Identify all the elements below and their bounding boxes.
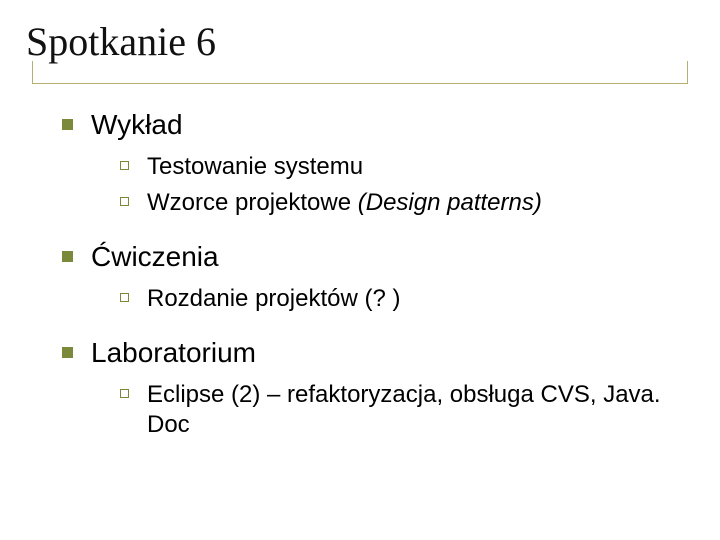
section-items: Rozdanie projektów (? ) <box>62 284 696 314</box>
list-item: Wzorce projektowe (Design patterns) <box>120 188 696 218</box>
hollow-square-bullet-icon <box>120 197 129 206</box>
list-item-label: Eclipse (2) – refaktoryzacja, obsługa CV… <box>147 380 687 440</box>
list-item: Rozdanie projektów (? ) <box>120 284 696 314</box>
section-heading: Laboratorium <box>62 336 696 370</box>
section-heading-label: Laboratorium <box>91 336 256 370</box>
section-heading-label: Wykład <box>91 108 183 142</box>
list-item-text: Wzorce projektowe <box>147 189 358 216</box>
square-bullet-icon <box>62 119 73 130</box>
list-item-label: Testowanie systemu <box>147 152 363 182</box>
section-heading: Ćwiczenia <box>62 240 696 274</box>
list-item-label: Wzorce projektowe (Design patterns) <box>147 188 542 218</box>
list-item-italic: (Design patterns) <box>358 189 542 216</box>
section-heading-label: Ćwiczenia <box>91 240 219 274</box>
slide-content: Wykład Testowanie systemu Wzorce projekt… <box>24 102 696 440</box>
slide: Spotkanie 6 Wykład Testowanie systemu Wz… <box>0 0 720 540</box>
section-heading: Wykład <box>62 108 696 142</box>
slide-title: Spotkanie 6 <box>26 18 696 65</box>
section-items: Eclipse (2) – refaktoryzacja, obsługa CV… <box>62 380 696 440</box>
hollow-square-bullet-icon <box>120 389 129 398</box>
list-item-label: Rozdanie projektów (? ) <box>147 284 400 314</box>
section-items: Testowanie systemu Wzorce projektowe (De… <box>62 152 696 218</box>
list-item: Eclipse (2) – refaktoryzacja, obsługa CV… <box>120 380 696 440</box>
title-underline <box>32 69 688 84</box>
hollow-square-bullet-icon <box>120 161 129 170</box>
square-bullet-icon <box>62 251 73 262</box>
list-item: Testowanie systemu <box>120 152 696 182</box>
square-bullet-icon <box>62 347 73 358</box>
hollow-square-bullet-icon <box>120 293 129 302</box>
